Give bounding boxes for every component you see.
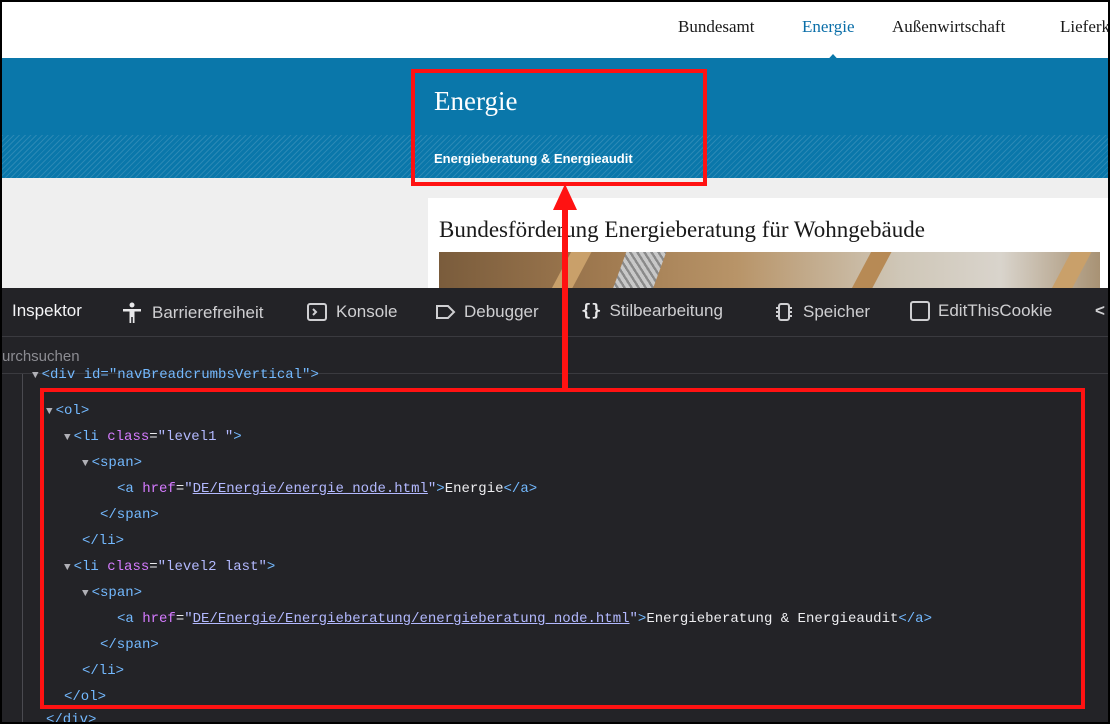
nav-item-aussenwirtschaft[interactable]: Außenwirtschaft: [892, 17, 1005, 37]
devtools-tabbar: Inspektor Barrierefreiheit Konsole Debug…: [2, 290, 1108, 337]
twisty-expanded-icon[interactable]: ▼: [32, 370, 39, 382]
image-mesh: [611, 252, 667, 292]
annotation-arrow-shaft: [562, 208, 568, 390]
tab-label: Speicher: [803, 302, 871, 321]
nav-item-energie[interactable]: Energie: [802, 17, 855, 37]
image-beam: [1043, 252, 1093, 292]
screenshot-frame: Bundesamt Energie Außenwirtschaft Liefer…: [0, 0, 1110, 724]
tag-text: <div id="navBreadcrumbsVertical">: [41, 367, 319, 383]
article-teaser-image[interactable]: [439, 252, 1100, 292]
tab-stilbearbeitung[interactable]: {} Stilbearbeitung: [581, 301, 723, 321]
tab-barrierefreiheit[interactable]: Barrierefreiheit: [120, 301, 264, 325]
console-icon: [307, 303, 327, 321]
debugger-icon: [436, 305, 456, 319]
image-beam: [843, 252, 893, 292]
tab-konsole[interactable]: Konsole: [306, 301, 397, 323]
tag-text: </div>: [46, 712, 97, 724]
nav-item-lieferkette[interactable]: Lieferk: [1060, 17, 1108, 37]
active-nav-indicator: [822, 54, 844, 66]
dom-node-div-open[interactable]: ▼ <div id="navBreadcrumbsVertical">: [32, 362, 319, 388]
tab-debugger[interactable]: Debugger: [434, 301, 539, 323]
tab-speicher[interactable]: Speicher: [773, 301, 870, 323]
image-beam: [543, 252, 593, 292]
tab-inspektor[interactable]: Inspektor: [12, 301, 82, 321]
annotation-box-breadcrumb: [411, 69, 707, 186]
tab-label: Konsole: [336, 302, 398, 321]
nav-item-bundesamt[interactable]: Bundesamt: [678, 17, 755, 37]
article-title[interactable]: Bundesförderung Energieberatung für Wohn…: [439, 217, 925, 243]
dom-node-div-close[interactable]: </div>: [46, 707, 97, 724]
annotation-arrow-head: [553, 184, 577, 210]
tab-label: Barrierefreiheit: [152, 303, 264, 322]
annotation-box-dom-tree: [40, 388, 1085, 709]
accessibility-icon: [123, 302, 141, 323]
tab-editthiscookie[interactable]: EditThisCookie: [910, 301, 1052, 321]
checkbox-icon: [910, 301, 930, 321]
tabs-overflow-chevron[interactable]: <: [1095, 301, 1105, 321]
tab-label: Debugger: [464, 302, 539, 321]
tab-label: Inspektor: [12, 301, 82, 320]
braces-icon: {}: [581, 301, 602, 321]
site-top-nav: Bundesamt Energie Außenwirtschaft Liefer…: [2, 2, 1108, 58]
memory-icon: [776, 303, 792, 321]
tab-label: Stilbearbeitung: [609, 301, 723, 320]
tab-label: EditThisCookie: [938, 301, 1053, 320]
